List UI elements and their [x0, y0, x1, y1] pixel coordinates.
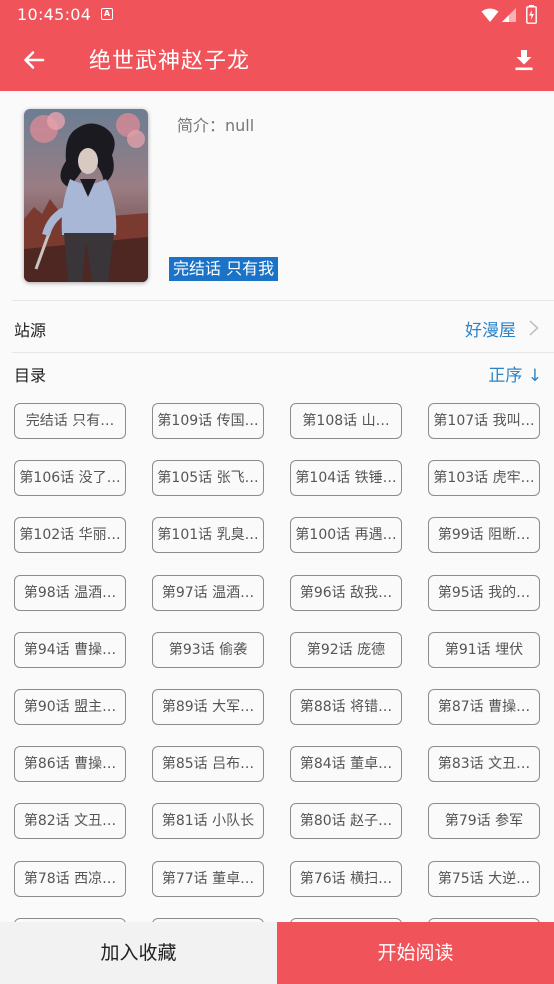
page-title: 绝世武神赵子龙 — [89, 49, 251, 74]
comic-detail-screen: 10:45:04 A 绝世武神赵子龙 简介：null 完结话 只有我 站源 好漫… — [0, 0, 554, 984]
divider — [12, 352, 554, 353]
sort-order-button[interactable]: 正序 ↓ — [488, 361, 542, 386]
chapter-button[interactable]: 第98话 温酒… — [14, 575, 126, 611]
chapter-button[interactable]: 第89话 大军… — [152, 689, 264, 725]
status-bar: 10:45:04 A — [0, 0, 554, 30]
top-bar: 10:45:04 A 绝世武神赵子龙 — [0, 0, 554, 91]
chevron-right-icon — [529, 320, 539, 336]
chapter-button[interactable]: 第92话 庞德 — [290, 632, 402, 668]
chapter-button[interactable]: 第88话 将错… — [290, 689, 402, 725]
chapter-button[interactable]: 第84话 董卓… — [290, 746, 402, 782]
chapter-button[interactable]: 第76话 横扫… — [290, 861, 402, 897]
chapter-button[interactable]: 第104话 铁锤… — [290, 460, 402, 496]
source-value: 好漫屋 — [465, 321, 516, 341]
chapter-button[interactable]: 第102话 华丽… — [14, 517, 126, 553]
chapter-button[interactable]: 第79话 参军 — [428, 803, 540, 839]
app-bar: 绝世武神赵子龙 — [0, 30, 554, 91]
chapter-button[interactable]: 第101话 乳臭… — [152, 517, 264, 553]
source-label: 站源 — [14, 321, 47, 340]
status-time: 10:45:04 — [17, 5, 92, 24]
chapter-button[interactable]: 第91话 埋伏 — [428, 632, 540, 668]
source-row[interactable]: 站源 好漫屋 — [0, 302, 554, 352]
chapter-button[interactable]: 第94话 曹操… — [14, 632, 126, 668]
download-icon — [515, 50, 533, 71]
chapter-button[interactable]: 第109话 传国… — [152, 403, 264, 439]
chapter-button[interactable]: 第108话 山… — [290, 403, 402, 439]
chapter-button[interactable]: 第83话 文丑… — [428, 746, 540, 782]
chapter-button[interactable]: 第81话 小队长 — [152, 803, 264, 839]
chapter-button[interactable]: 第105话 张飞… — [152, 460, 264, 496]
chapter-button[interactable]: 第82话 文丑… — [14, 803, 126, 839]
chapter-button[interactable]: 第75话 大逆… — [428, 861, 540, 897]
chapter-button[interactable]: 第85话 吕布… — [152, 746, 264, 782]
chapter-button[interactable]: 第107话 我叫… — [428, 403, 540, 439]
battery-icon — [526, 5, 537, 24]
chapter-button[interactable]: 第106话 没了… — [14, 460, 126, 496]
chapter-button[interactable]: 完结话 只有… — [14, 403, 126, 439]
status-tag: 完结话 只有我 — [169, 257, 279, 281]
chapter-button[interactable]: 第87话 曹操… — [428, 689, 540, 725]
chapter-button[interactable]: 第96话 敌我… — [290, 575, 402, 611]
chapter-button[interactable]: 第99话 阻断… — [428, 517, 540, 553]
notification-a-icon: A — [101, 8, 113, 20]
chapter-button[interactable]: 第80话 赵子… — [290, 803, 402, 839]
add-to-favorites-button[interactable]: 加入收藏 — [0, 922, 277, 984]
chapter-button[interactable]: 第95话 我的… — [428, 575, 540, 611]
divider — [12, 300, 554, 301]
chapter-button[interactable]: 第90话 盟主… — [14, 689, 126, 725]
chapter-button[interactable]: 第78话 西凉… — [14, 861, 126, 897]
chapter-button[interactable]: 第100话 再遇… — [290, 517, 402, 553]
back-button[interactable] — [14, 40, 54, 80]
start-reading-button[interactable]: 开始阅读 — [277, 922, 554, 984]
wifi-icon — [481, 8, 499, 22]
chapter-button[interactable]: 第77话 董卓… — [152, 861, 264, 897]
chapter-button[interactable]: 第93话 偷袭 — [152, 632, 264, 668]
chapter-button[interactable]: 第97话 温酒… — [152, 575, 264, 611]
chapter-button[interactable]: 第86话 曹操… — [14, 746, 126, 782]
comic-cover-image — [24, 109, 148, 282]
arrow-left-icon — [24, 51, 45, 69]
signal-icon — [502, 8, 516, 22]
chapter-grid: 完结话 只有… 第109话 传国… 第108话 山… 第107话 我叫… 第106话 没… — [0, 403, 554, 922]
download-button[interactable] — [504, 40, 544, 80]
chapter-button[interactable]: 第103话 虎牢… — [428, 460, 540, 496]
intro-text: 简介：null — [177, 116, 255, 135]
catalog-label: 目录 — [14, 366, 47, 385]
